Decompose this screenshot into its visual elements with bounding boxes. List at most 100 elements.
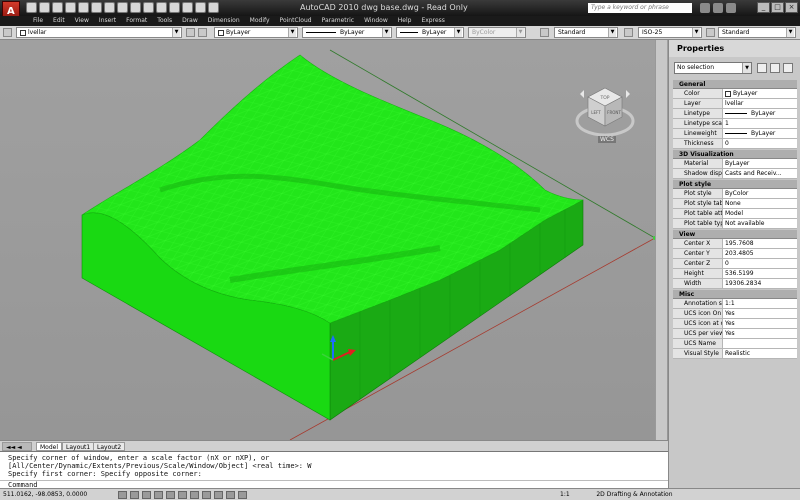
layer-dropdown[interactable]: lvellar ▼ <box>16 27 182 38</box>
menu-parametric[interactable]: Parametric <box>317 17 360 25</box>
text-style-dropdown[interactable]: Standard ▼ <box>554 27 618 38</box>
property-row[interactable]: Layer lvellar <box>673 99 797 109</box>
menu-edit[interactable]: Edit <box>48 17 70 25</box>
section-general[interactable]: General <box>673 80 797 89</box>
search-input[interactable]: Type a keyword or phrase <box>588 3 692 13</box>
make-current-layer-icon[interactable] <box>186 28 195 37</box>
property-row[interactable]: Material ByLayer <box>673 159 797 169</box>
tab-model[interactable]: Model <box>36 442 63 451</box>
grid-display-icon[interactable] <box>130 491 139 499</box>
property-row[interactable]: Plot style ByColor <box>673 189 797 199</box>
snap-mode-icon[interactable] <box>118 491 127 499</box>
dynamic-input-icon[interactable] <box>214 491 223 499</box>
property-row[interactable]: Annotation scale1:1 <box>673 299 797 309</box>
tab-layout1[interactable]: Layout1 <box>62 442 95 451</box>
property-row[interactable]: Shadow displayCasts and Receiv... <box>673 169 797 179</box>
property-row[interactable]: Center X 195.7608 <box>673 239 797 249</box>
property-row[interactable]: Center Z0 <box>673 259 797 269</box>
new-icon[interactable] <box>26 2 37 13</box>
menu-draw[interactable]: Draw <box>177 17 203 25</box>
redo-icon[interactable] <box>78 2 89 13</box>
layer-manager-icon[interactable] <box>3 28 12 37</box>
menu-dimension[interactable]: Dimension <box>203 17 245 25</box>
calculator-icon[interactable] <box>195 2 206 13</box>
undo-icon[interactable] <box>65 2 76 13</box>
text-style-icon[interactable] <box>540 28 549 37</box>
property-row[interactable]: Linetype ByLayer <box>673 109 797 119</box>
menu-view[interactable]: View <box>70 17 94 25</box>
color-dropdown[interactable]: ByLayer ▼ <box>214 27 298 38</box>
design-center-icon[interactable] <box>169 2 180 13</box>
3d-object-snap-icon[interactable] <box>178 491 187 499</box>
menu-format[interactable]: Format <box>121 17 152 25</box>
menu-insert[interactable]: Insert <box>94 17 121 25</box>
menu-tools[interactable]: Tools <box>152 17 177 25</box>
star-icon[interactable] <box>713 3 723 13</box>
property-row[interactable]: Height 536.5199 <box>673 269 797 279</box>
plot-icon[interactable] <box>91 2 102 13</box>
table-style-dropdown[interactable]: Standard ▼ <box>718 27 796 38</box>
wcs-menu[interactable]: WCS <box>598 136 616 143</box>
linetype-dropdown[interactable]: ByLayer ▼ <box>302 27 392 38</box>
property-row[interactable]: Lineweight ByLayer <box>673 129 797 139</box>
property-row[interactable]: Center Y 203.4805 <box>673 249 797 259</box>
tab-navigation-arrows[interactable]: ◄◄ ◄ ► ►► <box>2 442 32 460</box>
dim-style-dropdown[interactable]: ISO-25 ▼ <box>638 27 702 38</box>
property-row[interactable]: UCS icon at originYes <box>673 319 797 329</box>
lineweight-display-icon[interactable] <box>226 491 235 499</box>
quick-properties-icon[interactable] <box>238 491 247 499</box>
property-row[interactable]: Plot table typeNot available <box>673 219 797 229</box>
object-snap-icon[interactable] <box>166 491 175 499</box>
lineweight-dropdown[interactable]: ByLayer ▼ <box>396 27 464 38</box>
property-row[interactable]: UCS per viewportYes <box>673 329 797 339</box>
open-icon[interactable] <box>39 2 50 13</box>
menu-file[interactable]: File <box>28 17 48 25</box>
selection-dropdown[interactable]: No selection ▼ <box>674 62 752 74</box>
menu-express[interactable]: Express <box>416 17 449 25</box>
drawing-viewport[interactable]: TOP LEFT FRONT WCS <box>0 40 668 440</box>
section-view[interactable]: View <box>673 230 797 239</box>
rotate-arrow-icon[interactable] <box>626 90 630 98</box>
ortho-mode-icon[interactable] <box>142 491 151 499</box>
section-3d-visualization[interactable]: 3D Visualization <box>673 150 797 159</box>
zoom-icon[interactable] <box>117 2 128 13</box>
zoom-previous-icon[interactable] <box>143 2 154 13</box>
dynamic-ucs-icon[interactable] <box>202 491 211 499</box>
property-row[interactable]: UCS icon On Yes <box>673 309 797 319</box>
select-objects-icon[interactable] <box>770 63 780 73</box>
property-row[interactable]: UCS Name <box>673 339 797 349</box>
tool-palettes-icon[interactable] <box>182 2 193 13</box>
help-icon[interactable] <box>208 2 219 13</box>
property-row[interactable]: Plot style tableNone <box>673 199 797 209</box>
viewcube[interactable]: TOP LEFT FRONT <box>572 66 642 146</box>
property-row[interactable]: Width 19306.2834 <box>673 279 797 289</box>
coordinate-readout[interactable]: 511.0162, -98.0853, 0.0000 <box>3 491 87 498</box>
minimize-button[interactable]: _ <box>757 2 770 13</box>
properties-icon[interactable] <box>156 2 167 13</box>
table-style-icon[interactable] <box>706 28 715 37</box>
maximize-button[interactable]: □ <box>771 2 784 13</box>
polar-tracking-icon[interactable] <box>154 491 163 499</box>
property-row[interactable]: Plot table attac...Model <box>673 209 797 219</box>
toggle-pickadd-icon[interactable] <box>757 63 767 73</box>
layer-previous-icon[interactable] <box>198 28 207 37</box>
rotate-arrow-icon[interactable] <box>580 90 584 98</box>
menu-window[interactable]: Window <box>359 17 393 25</box>
annotation-scale[interactable]: 1:1 <box>560 491 570 498</box>
menu-help[interactable]: Help <box>393 17 417 25</box>
property-row[interactable]: Thickness 0 <box>673 139 797 149</box>
zoom-window-icon[interactable] <box>130 2 141 13</box>
binoculars-icon[interactable] <box>700 3 710 13</box>
object-snap-tracking-icon[interactable] <box>190 491 199 499</box>
tab-layout2[interactable]: Layout2 <box>93 442 126 451</box>
menu-pointcloud[interactable]: PointCloud <box>275 17 317 25</box>
workspace-switch[interactable]: 2D Drafting & Annotation <box>596 491 672 498</box>
property-row[interactable]: Linetype scale 1 <box>673 119 797 129</box>
menu-modify[interactable]: Modify <box>245 17 275 25</box>
close-button[interactable]: × <box>785 2 798 13</box>
vertical-scrollbar[interactable] <box>655 40 667 440</box>
section-plot-style[interactable]: Plot style <box>673 180 797 189</box>
pan-icon[interactable] <box>104 2 115 13</box>
quick-select-icon[interactable] <box>783 63 793 73</box>
property-row[interactable]: Visual Style Realistic <box>673 349 797 359</box>
